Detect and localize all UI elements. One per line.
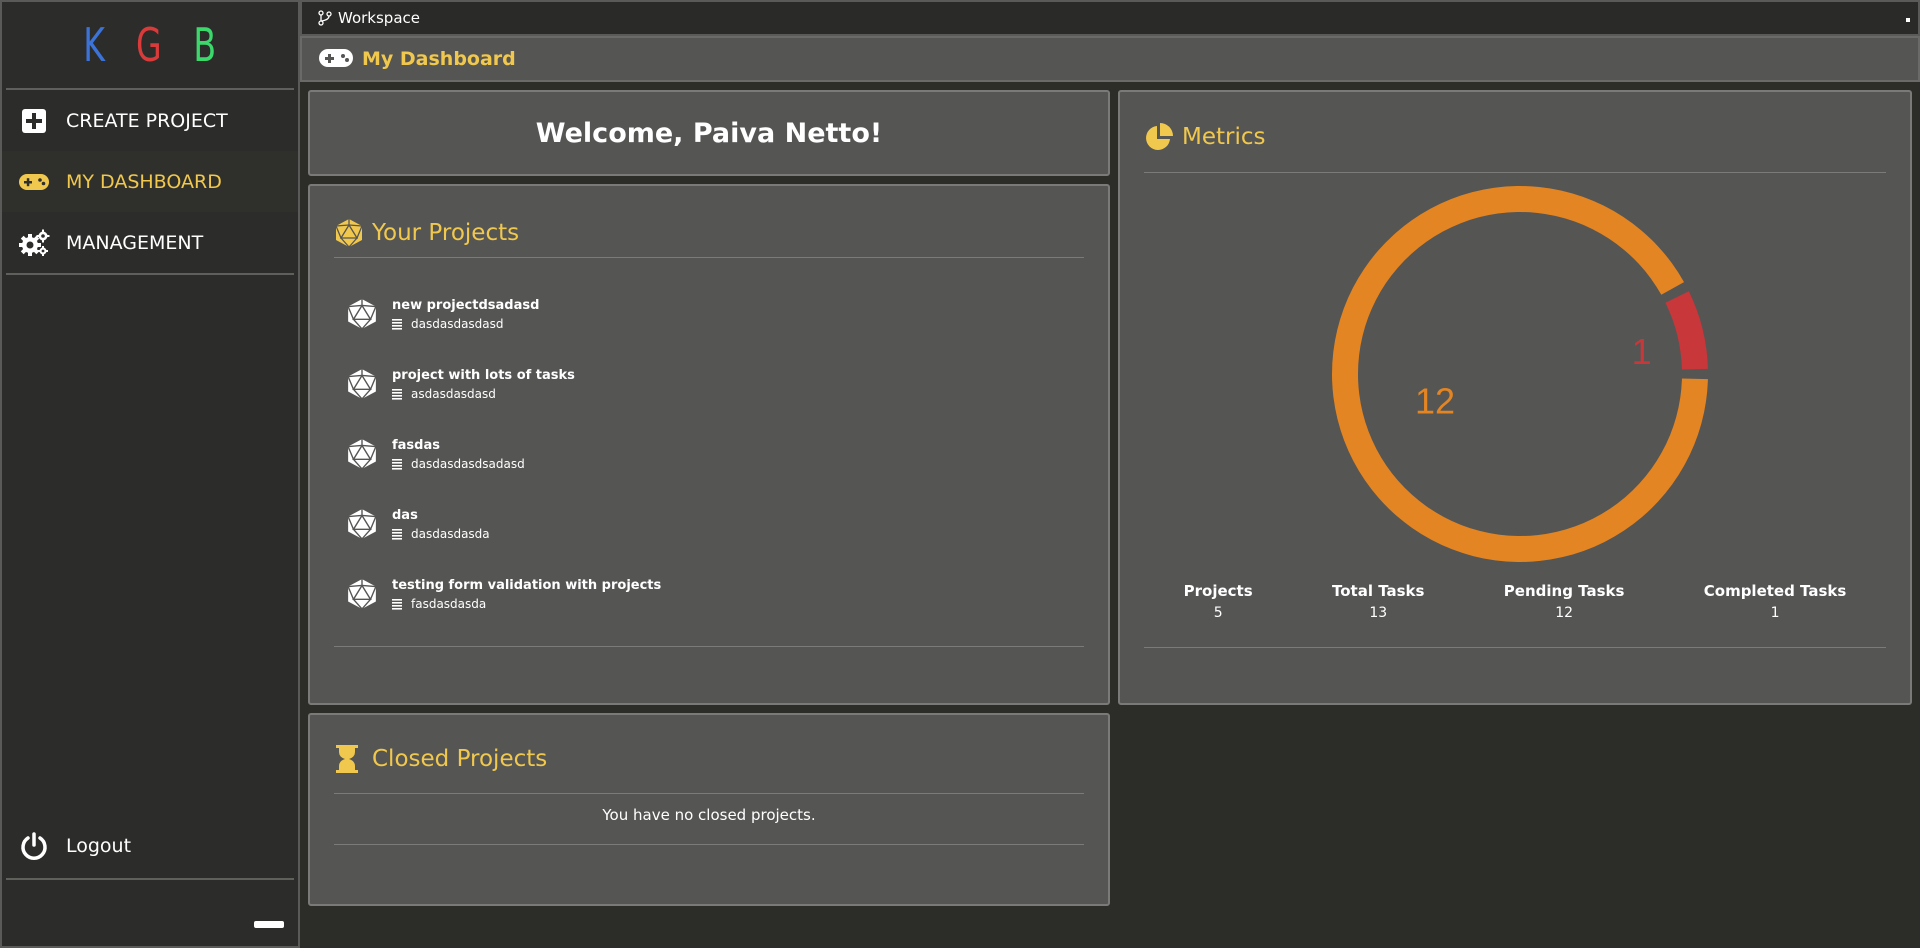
tasks-donut-chart: 12 1 [1332, 185, 1708, 562]
gears-icon [18, 227, 50, 259]
polyhedron-icon [346, 368, 378, 400]
list-item[interactable]: das dasdasdasda [346, 496, 1046, 566]
project-list: new projectdsadasd dasdasdasdasd project… [346, 286, 1046, 636]
list-icon [392, 458, 402, 470]
sidebar-item-management[interactable]: MANAGEMENT [2, 212, 298, 273]
welcome-panel: Welcome, Paiva Netto! [308, 90, 1110, 176]
divider [334, 646, 1084, 647]
logout-button[interactable]: Logout [2, 815, 298, 876]
project-name[interactable]: project with lots of tasks [392, 368, 575, 384]
gamepad-icon [18, 166, 50, 198]
projects-panel: Your Projects new projectdsadasd dasdasd… [308, 184, 1110, 705]
page-header: My Dashboard [300, 36, 1920, 82]
page-title: My Dashboard [362, 48, 516, 70]
sidebar-divider [6, 878, 294, 880]
metrics-title: Metrics [1182, 124, 1266, 150]
stat-label: Total Tasks [1332, 582, 1425, 600]
list-icon [392, 598, 402, 610]
closed-projects-header: Closed Projects [334, 725, 1084, 794]
metrics-header: Metrics [1144, 102, 1886, 173]
sidebar-item-label: CREATE PROJECT [66, 109, 228, 132]
sidebar: K G B CREATE PROJECT MY DASHBOARD MANAGE… [0, 0, 300, 948]
metrics-stats: Projects 5 Total Tasks 13 Pending Tasks … [1144, 582, 1886, 648]
stat-pending-tasks: Pending Tasks 12 [1504, 582, 1625, 647]
sidebar-divider [6, 273, 294, 275]
project-description: fasdasdasda [392, 594, 661, 614]
stat-label: Completed Tasks [1703, 582, 1847, 600]
logo: K G B [2, 2, 298, 88]
stat-value: 12 [1555, 605, 1574, 621]
pie-chart-icon [1144, 122, 1174, 152]
donut-slice-completed-tasks[interactable] [1665, 291, 1708, 370]
project-description-text: asdasdasdasd [411, 387, 496, 401]
metrics-panel: Metrics 12 1 Projects 5 Total Tasks 13 Pe… [1118, 90, 1912, 705]
list-icon [392, 528, 402, 540]
workspace-label: Workspace [338, 9, 420, 27]
list-icon [392, 318, 402, 330]
hourglass-icon [334, 744, 364, 774]
collapse-sidebar-button[interactable] [254, 921, 284, 928]
stat-label: Projects [1183, 582, 1253, 600]
donut-label: 12 [1415, 381, 1455, 422]
project-description: dasdasdasdasd [392, 314, 539, 334]
workspace-bar: Workspace [300, 0, 1920, 36]
stat-completed-tasks: Completed Tasks 1 [1704, 582, 1847, 647]
polyhedron-icon [346, 508, 378, 540]
polyhedron-icon [334, 218, 364, 248]
logo-letter-b: B [193, 18, 217, 72]
project-description-text: dasdasdasdsadasd [411, 457, 525, 471]
stat-label: Pending Tasks [1503, 582, 1625, 600]
sidebar-item-create-project[interactable]: CREATE PROJECT [2, 90, 298, 151]
sidebar-item-label: MY DASHBOARD [66, 170, 222, 193]
closed-projects-panel: Closed Projects You have no closed proje… [308, 713, 1110, 906]
logo-letter-k: K [83, 18, 106, 72]
logo-letter-g: G [136, 18, 163, 72]
project-description: dasdasdasdsadasd [392, 454, 525, 474]
empty-state-message: You have no closed projects. [334, 785, 1084, 845]
stat-projects: Projects 5 [1184, 582, 1253, 647]
plus-square-icon [18, 105, 50, 137]
stat-value: 13 [1369, 605, 1388, 621]
project-name[interactable]: testing form validation with projects [392, 578, 661, 594]
welcome-heading: Welcome, Paiva Netto! [535, 117, 883, 149]
polyhedron-icon [346, 578, 378, 610]
logout-label: Logout [66, 834, 132, 857]
polyhedron-icon [346, 438, 378, 470]
projects-header: Your Projects [334, 208, 1084, 258]
stat-value: 1 [1770, 605, 1780, 621]
project-description: asdasdasdasd [392, 384, 575, 404]
list-item[interactable]: new projectdsadasd dasdasdasdasd [346, 286, 1046, 356]
project-name[interactable]: new projectdsadasd [392, 298, 539, 314]
project-description-text: fasdasdasda [411, 597, 487, 611]
sidebar-item-label: MANAGEMENT [66, 231, 204, 254]
project-description: dasdasdasda [392, 524, 490, 544]
stat-total-tasks: Total Tasks 13 [1332, 582, 1424, 647]
project-description-text: dasdasdasda [411, 527, 490, 541]
donut-slice-pending-tasks[interactable] [1332, 185, 1708, 562]
project-name[interactable]: fasdas [392, 438, 525, 454]
branch-icon [318, 10, 332, 26]
stat-value: 5 [1213, 605, 1223, 621]
sidebar-item-my-dashboard[interactable]: MY DASHBOARD [2, 151, 298, 212]
list-item[interactable]: fasdas dasdasdasdsadasd [346, 426, 1046, 496]
project-name[interactable]: das [392, 508, 490, 524]
list-item[interactable]: testing form validation with projects fa… [346, 566, 1046, 636]
list-item[interactable]: project with lots of tasks asdasdasdasd [346, 356, 1046, 426]
list-icon [392, 388, 402, 400]
workspace-indicator [1906, 18, 1910, 22]
gamepad-icon [318, 47, 354, 71]
closed-projects-title: Closed Projects [372, 746, 548, 772]
projects-title: Your Projects [372, 219, 520, 246]
power-icon [18, 830, 50, 862]
donut-label: 1 [1632, 331, 1652, 372]
project-description-text: dasdasdasdasd [411, 317, 504, 331]
polyhedron-icon [346, 298, 378, 330]
